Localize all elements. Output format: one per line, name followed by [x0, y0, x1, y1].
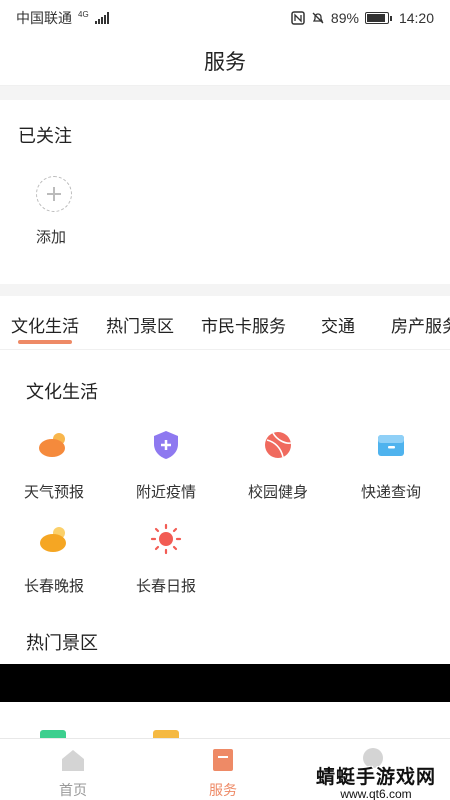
tab-traffic[interactable]: 交通	[321, 312, 355, 337]
tab-real-estate[interactable]: 房产服务	[391, 312, 450, 337]
shield-plus-icon	[154, 431, 178, 459]
nav-home[interactable]: 首页	[23, 747, 123, 800]
status-bar: 中国联通 4G 89% 14:20	[0, 0, 450, 36]
nfc-icon	[291, 11, 305, 25]
screenshot-gap	[0, 664, 450, 702]
plus-icon	[47, 187, 61, 201]
service-weather[interactable]: 天气预报	[0, 428, 110, 502]
watermark-main: 蜻蜓手游戏网	[315, 767, 436, 788]
service-changchun-evening[interactable]: 长春晚报	[0, 522, 110, 596]
divider	[0, 86, 450, 100]
clock: 14:20	[398, 10, 434, 26]
followed-title: 已关注	[18, 126, 72, 146]
tab-culture-life[interactable]: 文化生活	[11, 312, 79, 337]
tab-scenic-spots[interactable]: 热门景区	[106, 312, 174, 337]
carrier-label: 中国联通	[16, 10, 72, 26]
home-icon	[62, 750, 84, 771]
watermark: 蜻蜓手游戏网 www.qt6.com	[306, 762, 446, 800]
weather-icon	[39, 433, 65, 457]
service-label: 快递查询	[360, 484, 421, 501]
basketball-icon	[265, 432, 292, 458]
sun-icon	[150, 523, 182, 555]
mute-bell-icon	[312, 12, 324, 24]
add-label[interactable]: 添加	[36, 226, 66, 247]
section-title-culture: 文化生活	[26, 382, 98, 402]
service-label: 长春晚报	[23, 578, 84, 595]
service-nearby-epidemic[interactable]: 附近疫情	[110, 428, 222, 502]
add-button[interactable]	[36, 176, 72, 212]
section-title-scenic: 热门景区	[26, 633, 98, 653]
tab-citizen-card[interactable]: 市民卡服务	[201, 312, 286, 337]
battery-percent: 89%	[330, 10, 359, 26]
service-label: 附近疫情	[135, 484, 196, 501]
service-icon	[213, 749, 233, 771]
moon-cloud-icon	[40, 527, 66, 552]
signal-icon	[94, 12, 109, 24]
nav-label: 服务	[209, 782, 237, 798]
service-label: 校园健身	[247, 484, 308, 501]
network-type: 4G	[78, 9, 89, 19]
divider	[0, 284, 450, 296]
page-title: 服务	[0, 36, 450, 86]
active-tab-indicator	[18, 340, 72, 344]
service-label: 天气预报	[23, 484, 84, 501]
package-box-icon	[378, 435, 404, 456]
service-label: 长春日报	[135, 578, 196, 595]
nav-label: 首页	[59, 782, 87, 798]
battery-icon	[364, 12, 392, 24]
nav-service[interactable]: 服务	[173, 747, 273, 800]
service-express-query[interactable]: 快递查询	[335, 428, 447, 502]
service-changchun-daily[interactable]: 长春日报	[110, 522, 222, 596]
service-campus-fitness[interactable]: 校园健身	[222, 428, 334, 502]
